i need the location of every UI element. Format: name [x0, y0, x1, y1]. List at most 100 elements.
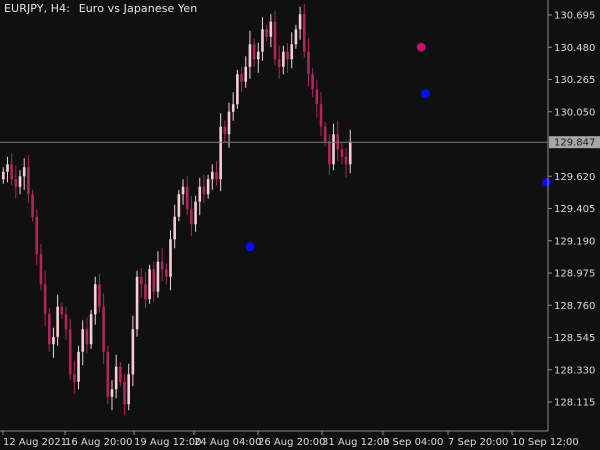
candle [89, 309, 93, 349]
candle [328, 134, 331, 175]
candle [219, 113, 222, 192]
candle-body [18, 176, 22, 187]
candle-body [35, 216, 39, 255]
candle-body [277, 59, 281, 67]
candle [22, 158, 26, 190]
candle [85, 317, 89, 354]
candle [47, 308, 51, 352]
buy-signal-dot [245, 242, 255, 252]
candle [332, 123, 335, 171]
time-tick-label: 7 Sep 20:00 [448, 437, 508, 448]
candle-body [290, 44, 294, 60]
candle [18, 170, 22, 195]
candle-body [302, 14, 306, 52]
candle-body [252, 44, 256, 60]
candle-body [282, 51, 285, 67]
price-tick-label: 129.405 [554, 204, 595, 215]
candle-body [269, 21, 273, 37]
candle [1, 167, 5, 184]
candle [282, 45, 285, 75]
candle [240, 66, 243, 93]
candle-body [328, 141, 331, 165]
candle-body [135, 276, 139, 330]
candle-body [181, 186, 185, 195]
symbol-timeframe: EURJPY, H4: [4, 2, 71, 15]
candle [123, 374, 126, 415]
chart-window[interactable]: 130.695 130.480 130.265 130.050 129.620 129.4… [0, 0, 600, 450]
candle-body [1, 171, 5, 180]
candle [160, 248, 164, 282]
candle [227, 102, 231, 148]
candle [198, 177, 202, 216]
candle [98, 273, 101, 313]
candle [110, 380, 114, 411]
candle [181, 179, 185, 205]
candle-body [131, 329, 135, 375]
candle-body [340, 149, 344, 157]
candle-body [68, 329, 72, 375]
candle-body [244, 66, 248, 82]
candle [194, 195, 197, 232]
candle [31, 189, 34, 222]
candle [144, 272, 147, 309]
candle-body [39, 254, 43, 285]
candle [165, 263, 168, 285]
candle [252, 38, 256, 67]
candle [177, 189, 181, 222]
candle [60, 302, 64, 319]
candle-body [64, 314, 68, 330]
price-chart[interactable]: 130.695 130.480 130.265 130.050 129.620 129.4… [0, 0, 600, 450]
candle-body [85, 329, 89, 345]
candle [273, 11, 277, 66]
candle [248, 30, 252, 79]
candle [56, 294, 59, 346]
candle-body [307, 51, 310, 75]
candle [307, 38, 310, 87]
time-tick-label: 10 Sep 12:00 [512, 437, 579, 448]
candle-body [98, 284, 101, 307]
candle-body [52, 336, 55, 345]
candle [148, 264, 151, 304]
candle-body [169, 239, 172, 277]
candle-body [110, 389, 114, 397]
candles-layer [1, 3, 352, 415]
candle [286, 42, 289, 73]
candle-body [248, 44, 252, 67]
candle [269, 14, 273, 48]
candle-body [348, 141, 352, 165]
candle [43, 270, 47, 327]
candle-body [89, 314, 93, 345]
candle-body [315, 89, 319, 105]
candle [211, 164, 214, 190]
candle [10, 153, 13, 186]
candle [236, 69, 239, 109]
candle [190, 195, 193, 237]
candle-body [219, 126, 222, 180]
candle-body [119, 366, 122, 382]
candle-body [215, 171, 218, 180]
candle-body [227, 111, 231, 135]
candle [64, 306, 68, 340]
candle [14, 165, 18, 199]
candle [102, 293, 105, 364]
buy-signal-dot [420, 89, 430, 99]
buy-signal-dot [542, 177, 552, 187]
candle-body [148, 269, 151, 300]
candle [294, 24, 298, 49]
candle-body [231, 104, 235, 112]
candle [135, 270, 139, 337]
current-price-value: 129.847 [554, 138, 595, 149]
candle-body [319, 104, 323, 127]
candle [277, 45, 281, 79]
candle [298, 6, 302, 40]
candle [73, 360, 76, 394]
candle-body [165, 269, 168, 277]
candle-body [47, 314, 51, 345]
signals-layer [245, 42, 552, 252]
candle [256, 42, 260, 73]
candle [336, 120, 339, 162]
candle [290, 32, 294, 69]
price-tick-label: 128.760 [554, 301, 595, 312]
candle-body [185, 186, 189, 210]
price-tick-label: 128.115 [554, 398, 595, 409]
